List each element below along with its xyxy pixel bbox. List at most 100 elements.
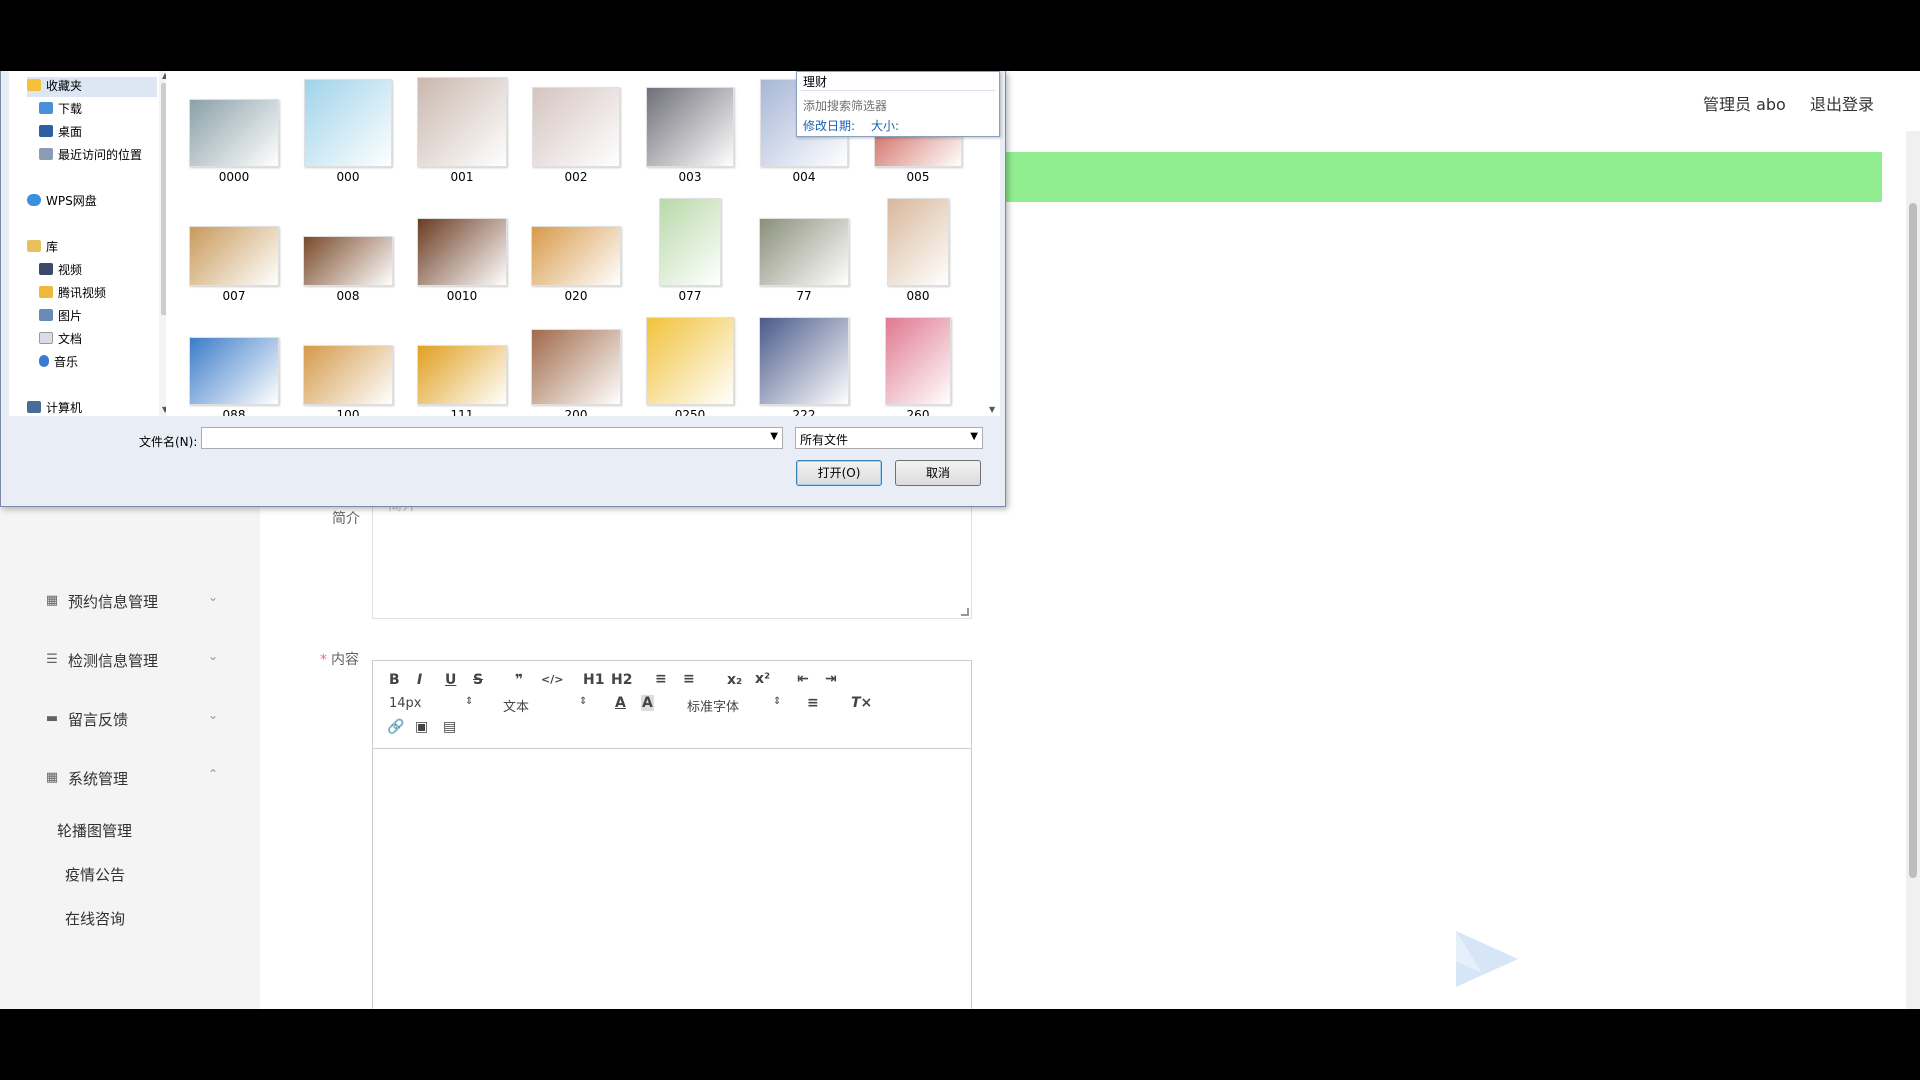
filter-hint: 添加搜索筛选器 [803, 99, 888, 113]
cancel-button[interactable]: 取消 [895, 460, 981, 486]
updown-icon: ⇕ [773, 696, 782, 707]
file-thumbnail [417, 345, 507, 405]
file-name: 004 [792, 170, 816, 184]
nav-pictures[interactable]: 图片 [39, 307, 82, 327]
nav-label: 桌面 [58, 125, 83, 139]
file-tile[interactable]: 0010 [412, 194, 512, 314]
sidebar-item-feedback[interactable]: ▬ 留言反馈 ⌄ [0, 699, 260, 739]
link-icon[interactable]: 🔗 [387, 719, 404, 735]
clear-format-button[interactable]: T× [851, 695, 872, 711]
nav-label: 图片 [58, 309, 83, 323]
logout-link[interactable]: 退出登录 [1810, 91, 1874, 115]
bold-button[interactable]: B [389, 672, 400, 688]
nav-recent[interactable]: 最近访问的位置 [39, 146, 142, 166]
outdent-button[interactable]: ⇤ [797, 671, 809, 687]
filetype-select[interactable]: 所有文件 ▼ [795, 427, 983, 449]
nav-library[interactable]: 库 [27, 238, 58, 258]
file-tile[interactable]: 100 [298, 313, 398, 416]
nav-favorites[interactable]: 收藏夹 [27, 77, 157, 97]
h1-button[interactable]: H1 [583, 672, 604, 688]
block-type-select[interactable]: 文本 ⇕ [503, 696, 589, 715]
file-tile[interactable]: 222 [754, 313, 854, 416]
nav-videos[interactable]: 视频 [39, 261, 82, 281]
chevron-down-icon: ⌃ [208, 767, 219, 781]
underline-button[interactable]: U [445, 672, 456, 688]
file-name: 088 [222, 408, 246, 416]
file-thumbnail [189, 226, 279, 286]
subscript-button[interactable]: x₂ [727, 672, 742, 688]
file-tile[interactable]: 0250 [640, 313, 740, 416]
sidebar-item-testing[interactable]: ☰ 检测信息管理 ⌄ [0, 640, 260, 680]
admin-user-label: 管理员 abo [1703, 95, 1786, 114]
library-icon [27, 240, 41, 252]
dropdown-arrow-icon[interactable]: ▼ [770, 431, 778, 442]
filter-modified-date[interactable]: 修改日期: [803, 117, 855, 134]
nav-tencent-video[interactable]: 腾讯视频 [39, 284, 106, 304]
sidebar-subitem-notice[interactable]: 疫情公告 [65, 864, 325, 885]
file-tile[interactable]: 260 [868, 313, 968, 416]
file-tile[interactable]: 077 [640, 194, 740, 314]
file-tile[interactable]: 001 [412, 75, 512, 195]
nav-documents[interactable]: 文档 [39, 330, 82, 350]
file-tile[interactable]: 111 [412, 313, 512, 416]
font-family-value: 标准字体 [687, 700, 740, 715]
file-tile[interactable]: 007 [184, 194, 284, 314]
superscript-button[interactable]: x² [755, 671, 770, 687]
font-size-select[interactable]: 14px ⇕ [389, 696, 475, 711]
sidebar-item-system[interactable]: ▦ 系统管理 ⌃ [0, 758, 260, 798]
sidebar-item-appointments[interactable]: ▦ 预约信息管理 ⌄ [0, 581, 260, 621]
video-icon[interactable]: ▤ [443, 719, 456, 735]
ordered-list-button[interactable]: ≡ [655, 671, 667, 687]
scroll-down-icon[interactable]: ▼ [989, 405, 995, 414]
nav-music[interactable]: 音乐 [39, 353, 78, 373]
video-folder-icon [39, 263, 53, 275]
updown-icon: ⇕ [465, 696, 474, 707]
message-icon: ▬ [45, 711, 59, 726]
file-tile[interactable]: 200 [526, 313, 626, 416]
grid-icon: ▦ [45, 770, 59, 785]
sidebar-subitem-consult[interactable]: 在线咨询 [65, 908, 325, 929]
h2-button[interactable]: H2 [611, 672, 632, 688]
file-tile[interactable]: 002 [526, 75, 626, 195]
file-tile[interactable]: 088 [184, 313, 284, 416]
file-name: 0010 [446, 289, 478, 303]
file-tile[interactable]: 003 [640, 75, 740, 195]
filter-size[interactable]: 大小: [871, 117, 899, 134]
bullet-list-button[interactable]: ≡ [683, 671, 695, 687]
rich-text-editor[interactable]: B I U S ❞ </> H1 H2 ≡ ≡ x₂ x² ⇤ ⇥ 14px ⇕ … [372, 660, 972, 1009]
page-scrollbar-thumb[interactable] [1909, 203, 1917, 878]
file-tile[interactable]: 000 [298, 75, 398, 195]
open-button[interactable]: 打开(O) [796, 460, 882, 486]
code-button[interactable]: </> [541, 673, 563, 686]
navigation-pane: 收藏夹 下载 桌面 最近访问的位置 WPS网盘 库 视频 腾讯视频 图片 文档 … [9, 71, 173, 419]
background-color-button[interactable]: A [641, 695, 654, 711]
font-color-button[interactable]: A [615, 695, 626, 711]
file-name: 111 [450, 408, 474, 416]
file-thumbnail [885, 317, 951, 405]
resize-grip-icon[interactable] [961, 608, 969, 616]
nav-label: WPS网盘 [46, 194, 97, 208]
intro-textarea[interactable]: 简介 [372, 495, 972, 619]
image-icon[interactable]: ▣ [415, 719, 428, 735]
nav-desktop[interactable]: 桌面 [39, 123, 82, 143]
nav-computer[interactable]: 计算机 [27, 399, 82, 419]
strike-button[interactable]: S [473, 672, 483, 688]
file-tile[interactable]: 77 [754, 194, 854, 314]
nav-wps[interactable]: WPS网盘 [27, 192, 97, 212]
file-tile[interactable]: 080 [868, 194, 968, 314]
nav-downloads[interactable]: 下载 [39, 100, 82, 120]
sidebar-subitem-carousel[interactable]: 轮播图管理 [57, 820, 317, 841]
italic-button[interactable]: I [417, 672, 422, 688]
search-box[interactable]: 理财 [801, 73, 995, 91]
font-family-select[interactable]: 标准字体 ⇕ [687, 696, 783, 715]
page-scrollbar[interactable] [1906, 131, 1920, 1009]
indent-button[interactable]: ⇥ [825, 671, 837, 687]
file-name: 008 [336, 289, 360, 303]
blockquote-button[interactable]: ❞ [515, 672, 523, 688]
file-tile[interactable]: 0000 [184, 75, 284, 195]
file-tile[interactable]: 020 [526, 194, 626, 314]
file-tile[interactable]: 008 [298, 194, 398, 314]
search-filter-popup: 理财 添加搜索筛选器 修改日期: 大小: [796, 71, 1000, 137]
align-button[interactable]: ≡ [807, 695, 819, 711]
filename-input[interactable]: ▼ [201, 427, 783, 449]
